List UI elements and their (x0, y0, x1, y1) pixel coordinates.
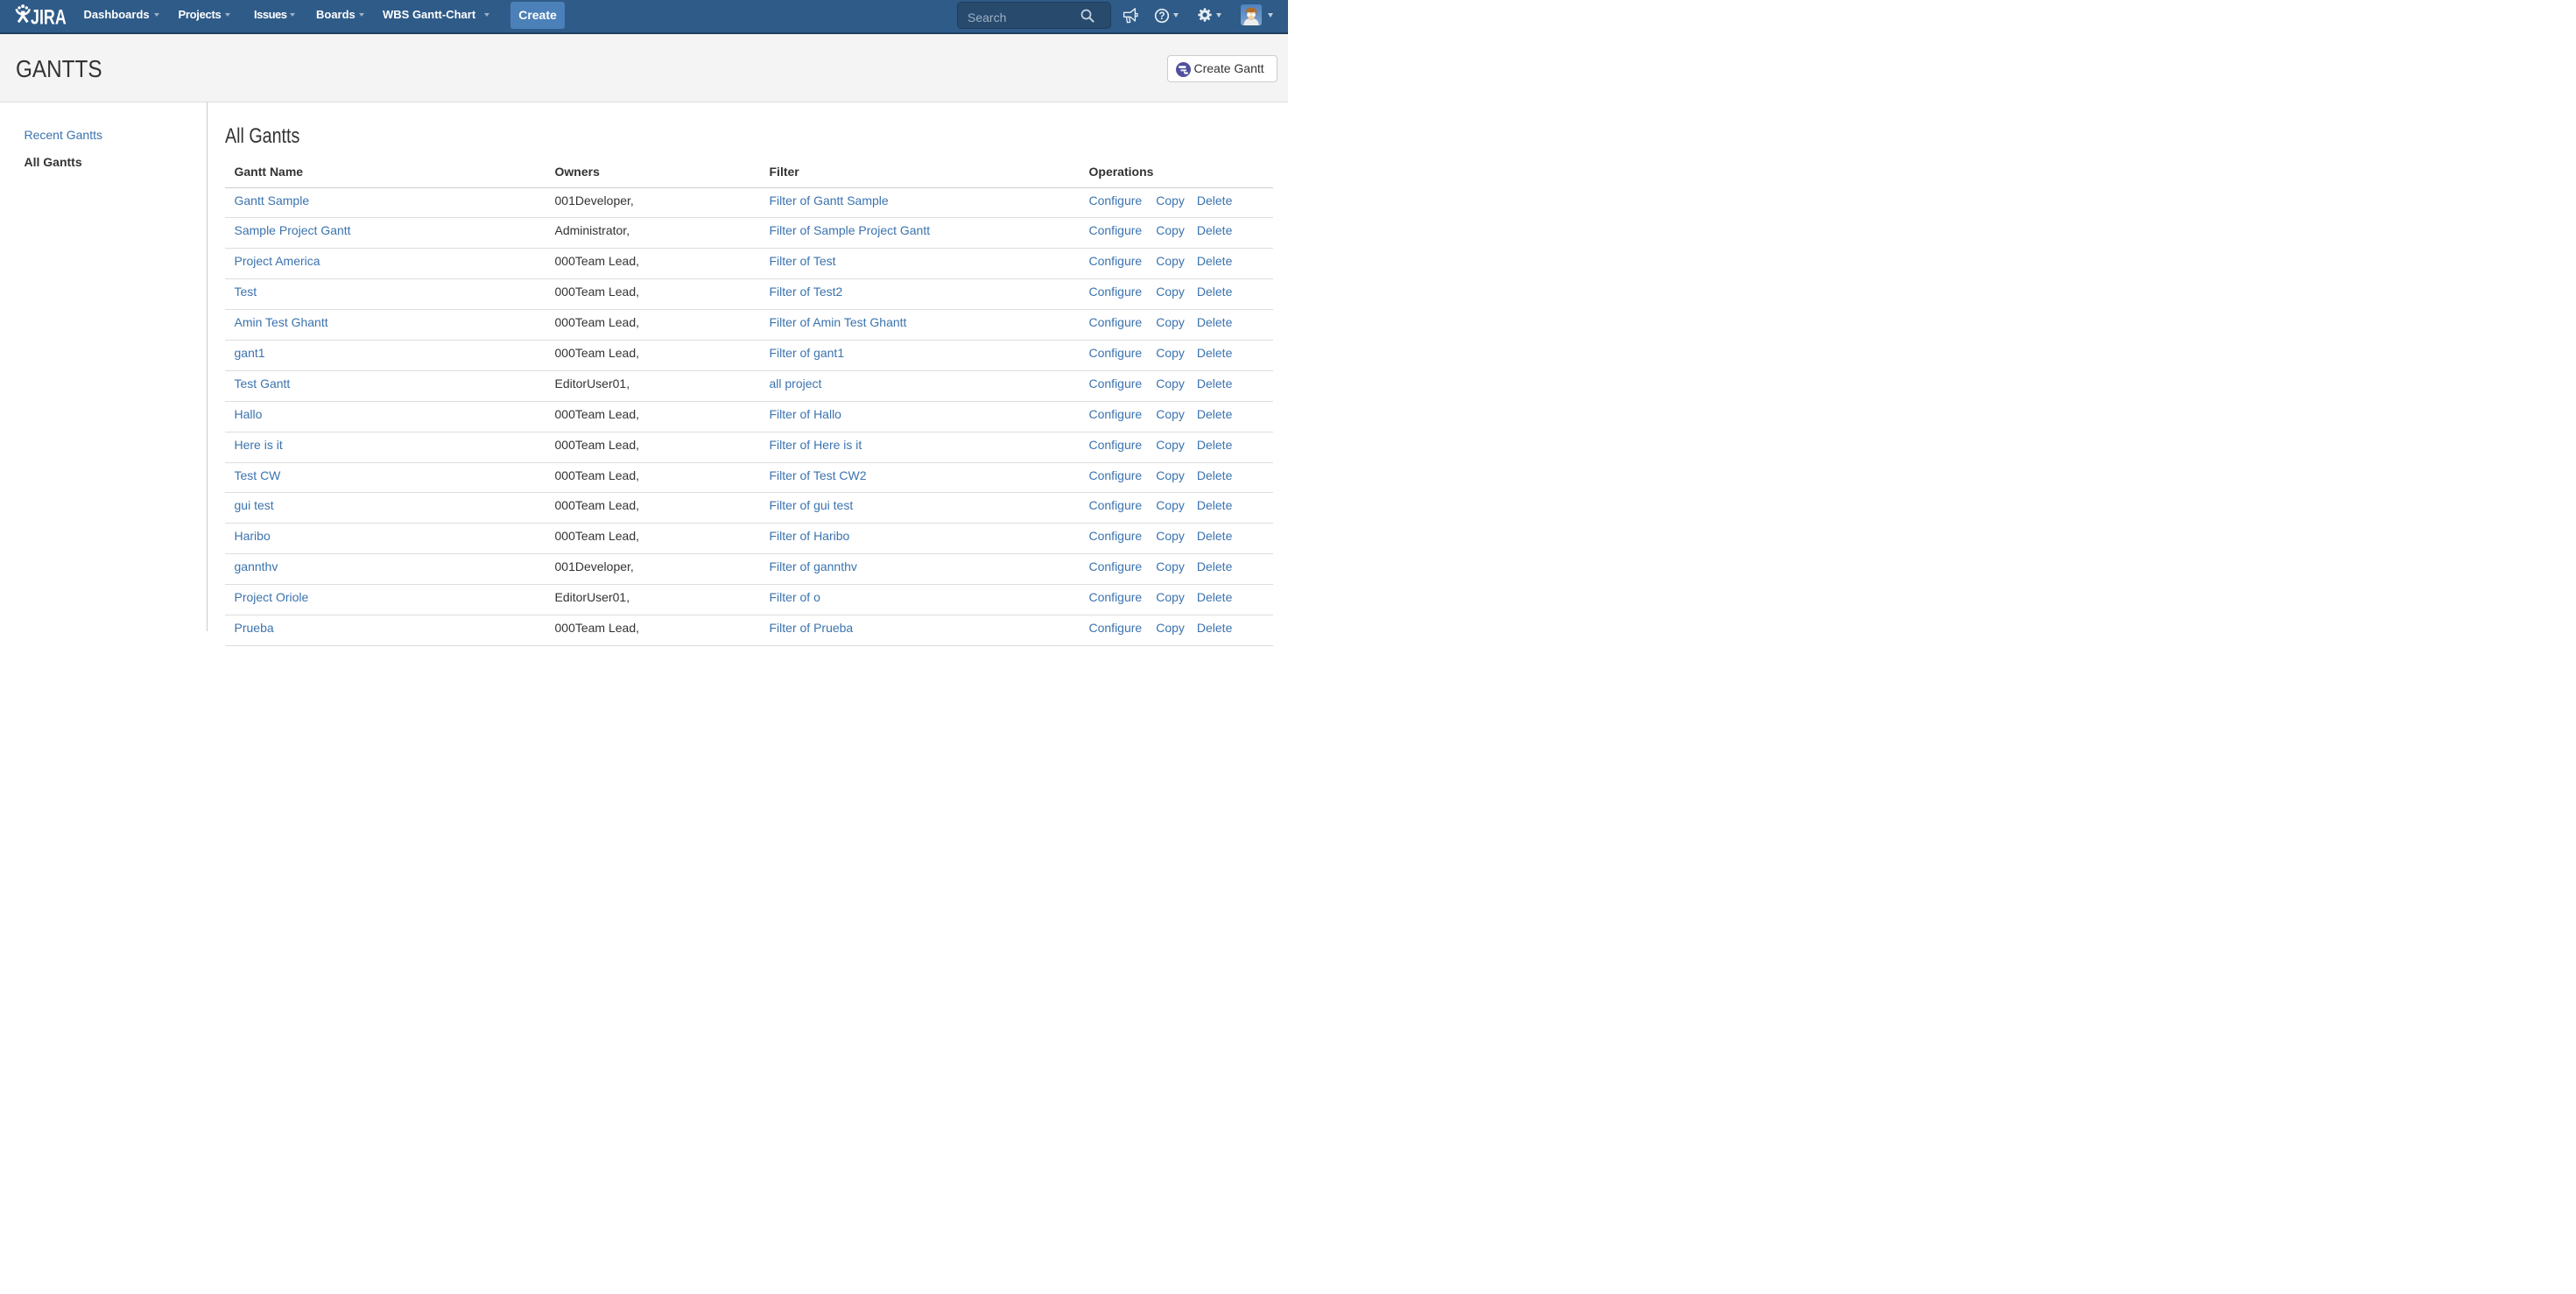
svg-text:?: ? (1158, 10, 1165, 22)
svg-text:JIRA: JIRA (31, 6, 67, 27)
